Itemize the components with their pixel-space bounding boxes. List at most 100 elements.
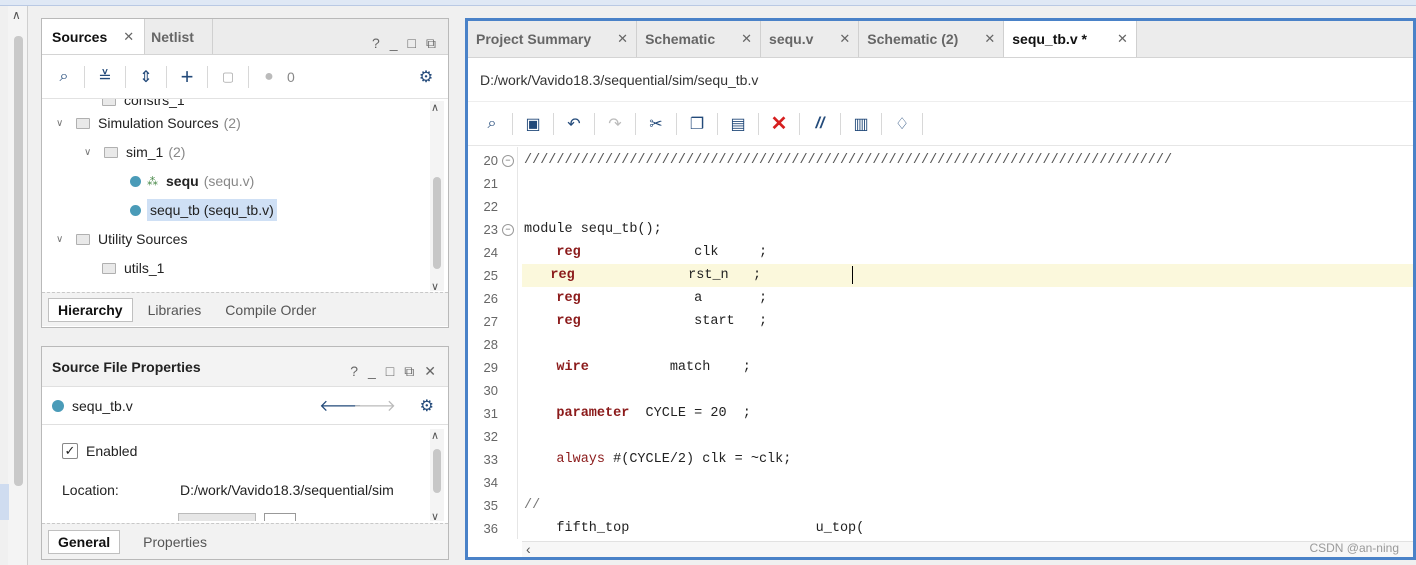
scroll-left-icon[interactable]: ‹: [526, 541, 531, 557]
close-icon[interactable]: ✕: [617, 31, 628, 47]
enabled-checkbox[interactable]: ✓: [62, 443, 78, 459]
scroll-down-icon[interactable]: ∨: [431, 510, 439, 523]
scroll-up-icon[interactable]: ∧: [12, 8, 21, 22]
close-icon[interactable]: ✕: [839, 31, 850, 47]
tab-sequ-v[interactable]: sequ.v ✕: [761, 21, 860, 57]
help-icon[interactable]: ?: [350, 363, 358, 380]
keyword: reg: [556, 291, 581, 306]
separator: [881, 112, 882, 135]
location-label: Location:: [62, 482, 119, 498]
search-icon[interactable]: ⌕: [476, 108, 508, 140]
watermark: CSDN @an-ning: [1309, 541, 1399, 555]
folder-icon: [76, 233, 90, 245]
tree-count: (2): [223, 115, 241, 131]
tab-properties[interactable]: Properties: [134, 531, 216, 553]
copy-icon[interactable]: ❐: [681, 108, 713, 140]
left-scrollbar[interactable]: ∧: [8, 6, 28, 565]
expand-all-icon[interactable]: ⇕: [130, 61, 162, 93]
line-number: 20: [483, 153, 498, 168]
minimize-icon[interactable]: _: [368, 363, 376, 380]
separator: [799, 112, 800, 135]
code-text: //: [524, 498, 541, 513]
float-icon[interactable]: ⧉: [404, 363, 414, 380]
cut-icon[interactable]: ✂: [640, 108, 672, 140]
unknown-file-icon[interactable]: ▢: [212, 61, 244, 93]
properties-scrollbar[interactable]: ∧ ∨: [430, 429, 444, 523]
chevron-down-icon[interactable]: ∨: [56, 234, 68, 245]
redo-icon[interactable]: ↷: [599, 108, 631, 140]
tab-compile-order[interactable]: Compile Order: [216, 299, 325, 321]
forward-arrow-icon[interactable]: 🡒: [353, 395, 396, 416]
code-text: ////////////////////////////////////////…: [524, 153, 1173, 168]
tree-item-sequ[interactable]: ⁂ sequ (sequ.v): [130, 169, 254, 193]
tab-sources[interactable]: Sources ✕: [42, 19, 146, 54]
tab-hierarchy[interactable]: Hierarchy: [48, 297, 133, 322]
tab-schematic-2[interactable]: Schematic (2) ✕: [859, 21, 1005, 57]
keyword: parameter: [556, 406, 630, 421]
fold-icon[interactable]: −: [502, 223, 514, 236]
tab-project-summary[interactable]: Project Summary ✕: [468, 21, 638, 57]
save-icon[interactable]: ▣: [517, 108, 549, 140]
delete-icon[interactable]: ✕: [763, 108, 795, 140]
scroll-thumb[interactable]: [14, 36, 23, 486]
code-line: 29 wire match ;: [468, 356, 1413, 379]
separator: [635, 112, 636, 135]
fold-icon[interactable]: −: [502, 154, 514, 167]
collapse-all-icon[interactable]: ≚: [89, 61, 121, 93]
separator: [594, 112, 595, 135]
chevron-down-icon[interactable]: ∨: [84, 147, 96, 158]
edit-button[interactable]: [264, 513, 296, 521]
tab-schematic[interactable]: Schematic ✕: [637, 21, 762, 57]
chevron-down-icon[interactable]: ∨: [56, 118, 68, 129]
browse-button[interactable]: [178, 513, 256, 521]
tree-item-sequ-tb[interactable]: sequ_tb (sequ_tb.v): [130, 198, 277, 222]
tree-count: (2): [168, 144, 186, 160]
add-icon[interactable]: +: [171, 61, 203, 93]
code-line: 36 fifth_top u_top(: [468, 517, 1413, 539]
file-name: sequ_tb.v: [72, 397, 133, 414]
help-icon[interactable]: ?: [372, 35, 380, 52]
folder-icon: [102, 262, 116, 274]
tree-item-utility-sources[interactable]: ∨ Utility Sources: [56, 227, 187, 251]
code-area[interactable]: 20−/////////////////////////////////////…: [468, 147, 1413, 539]
tree-scrollbar[interactable]: ∧ ∨: [430, 101, 444, 293]
close-icon[interactable]: ✕: [741, 31, 752, 47]
gear-icon[interactable]: ⚙: [410, 61, 442, 93]
close-icon[interactable]: ✕: [424, 363, 436, 380]
sources-toolbar: ⌕ ≚ ⇕ + ▢ ● 0 ⚙: [42, 55, 448, 99]
search-icon[interactable]: ⌕: [48, 61, 80, 93]
lightbulb-icon[interactable]: ♢: [886, 108, 918, 140]
tree-item-utils1[interactable]: utils_1: [102, 256, 164, 280]
scroll-up-icon[interactable]: ∧: [431, 429, 439, 442]
maximize-icon[interactable]: □: [408, 35, 416, 52]
float-icon[interactable]: ⧉: [426, 35, 436, 52]
paste-icon[interactable]: ▤: [722, 108, 754, 140]
tree-item-sim1[interactable]: ∨ sim_1 (2): [84, 140, 185, 164]
sources-panel: Sources ✕ Netlist ? _ □ ⧉ ⌕ ≚ ⇕ + ▢ ● 0 …: [41, 18, 449, 328]
code-rest: match ;: [588, 360, 751, 375]
code-rest: clk ;: [580, 245, 768, 260]
comment-icon[interactable]: //: [804, 108, 836, 140]
close-icon[interactable]: ✕: [1117, 31, 1128, 47]
close-icon[interactable]: ✕: [984, 31, 995, 47]
scroll-thumb[interactable]: [433, 177, 441, 269]
close-icon[interactable]: ✕: [123, 29, 134, 45]
gear-icon[interactable]: ⚙: [420, 396, 434, 416]
scroll-thumb[interactable]: [433, 449, 441, 493]
columns-icon[interactable]: ▥: [845, 108, 877, 140]
properties-body: ✓ Enabled Location: D:/work/Vavido18.3/s…: [42, 425, 448, 521]
separator: [717, 112, 718, 135]
panel-title: Source File Properties: [52, 358, 201, 375]
horizontal-scrollbar[interactable]: ‹: [522, 541, 1413, 557]
tab-netlist[interactable]: Netlist: [145, 19, 213, 54]
tree-item-simulation-sources[interactable]: ∨ Simulation Sources (2): [56, 111, 241, 135]
undo-icon[interactable]: ↶: [558, 108, 590, 140]
code-text: reg a ;: [524, 291, 767, 306]
scroll-up-icon[interactable]: ∧: [431, 101, 439, 114]
maximize-icon[interactable]: □: [386, 363, 394, 380]
tab-libraries[interactable]: Libraries: [139, 299, 211, 321]
minimize-icon[interactable]: _: [390, 35, 398, 52]
tab-general[interactable]: General: [48, 529, 121, 554]
tab-sequ-tb-v[interactable]: sequ_tb.v * ✕: [1004, 21, 1137, 57]
keyword: wire: [556, 360, 589, 375]
